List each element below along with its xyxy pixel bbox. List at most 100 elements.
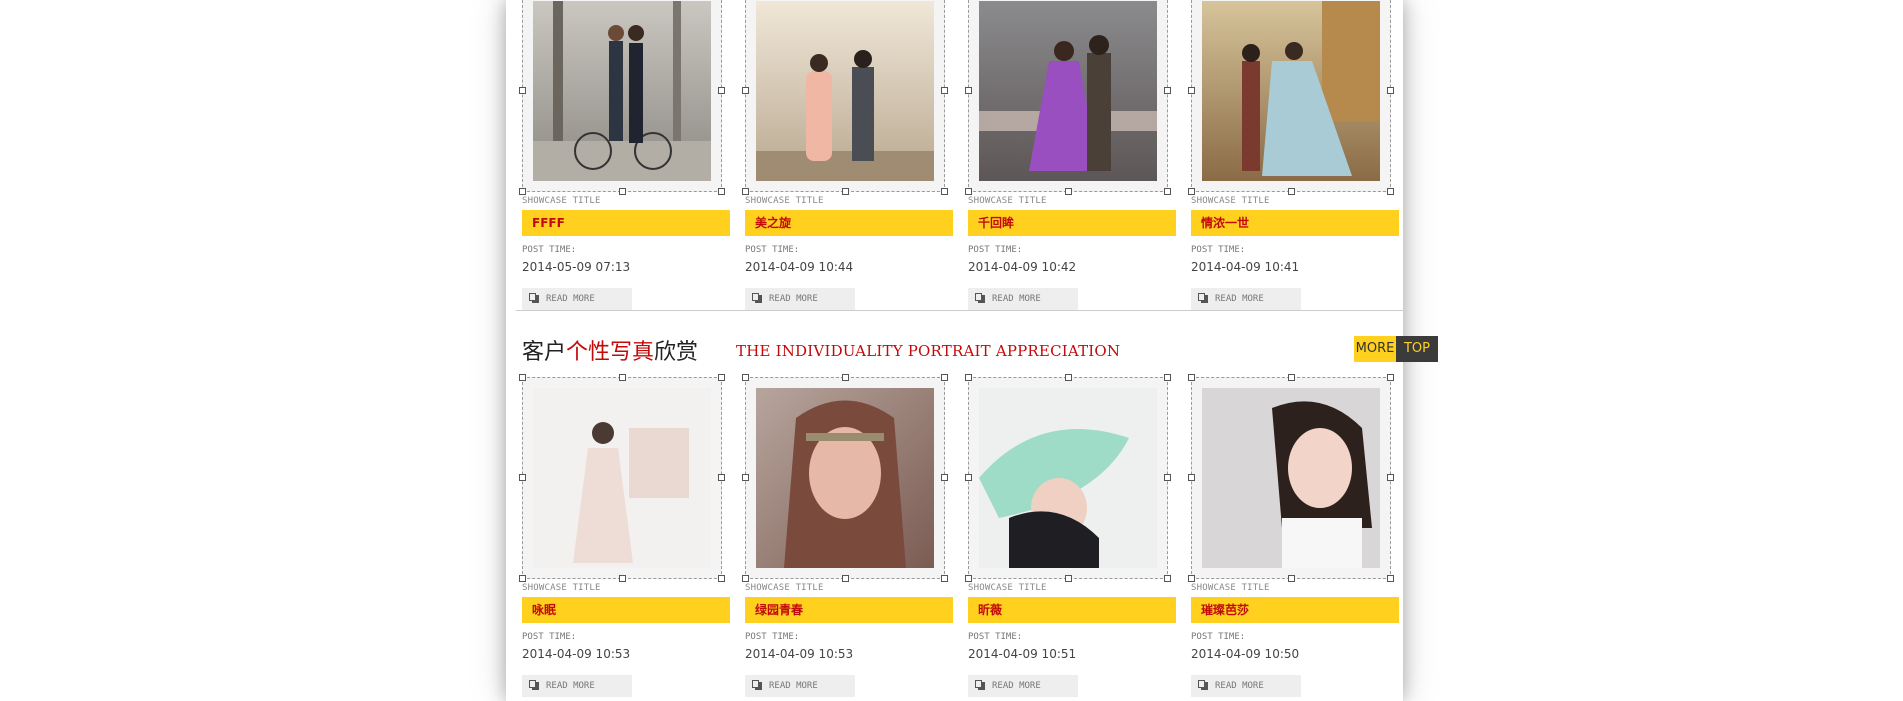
resize-handle[interactable]: [941, 188, 948, 195]
photo-frame[interactable]: [1188, 0, 1394, 195]
resize-handle[interactable]: [519, 575, 526, 582]
section-title: 客户个性写真欣赏: [522, 340, 699, 365]
read-more-button[interactable]: READ MORE: [745, 675, 855, 697]
photo-portrait-green-hat[interactable]: [979, 388, 1157, 568]
resize-handle[interactable]: [742, 374, 749, 381]
resize-handle[interactable]: [965, 374, 972, 381]
photo-frame[interactable]: [742, 374, 948, 582]
showcase-label: SHOWCASE TITLE: [1191, 583, 1270, 593]
resize-handle[interactable]: [1164, 374, 1171, 381]
resize-handle[interactable]: [1387, 188, 1394, 195]
resize-handle[interactable]: [519, 188, 526, 195]
resize-handle[interactable]: [519, 87, 526, 94]
resize-handle[interactable]: [519, 474, 526, 481]
resize-handle[interactable]: [718, 87, 725, 94]
resize-handle[interactable]: [1387, 474, 1394, 481]
resize-handle[interactable]: [1387, 575, 1394, 582]
resize-handle[interactable]: [1288, 188, 1295, 195]
photo-frame[interactable]: [519, 374, 725, 582]
read-more-button[interactable]: READ MORE: [522, 288, 632, 310]
resize-handle[interactable]: [718, 474, 725, 481]
resize-handle[interactable]: [1387, 374, 1394, 381]
read-more-button[interactable]: READ MORE: [968, 675, 1078, 697]
photo-frame[interactable]: [965, 0, 1171, 195]
resize-handle[interactable]: [1164, 575, 1171, 582]
showcase-title[interactable]: FFFF: [522, 210, 730, 236]
resize-handle[interactable]: [941, 374, 948, 381]
read-more-button[interactable]: READ MORE: [1191, 288, 1301, 310]
resize-handle[interactable]: [941, 575, 948, 582]
showcase-title[interactable]: 昕薇: [968, 597, 1176, 623]
resize-handle[interactable]: [842, 374, 849, 381]
resize-handle[interactable]: [519, 374, 526, 381]
photo-couple-purple-dress[interactable]: [979, 1, 1157, 181]
resize-handle[interactable]: [1188, 188, 1195, 195]
post-time: 2014-04-09 10:41: [1191, 260, 1300, 274]
post-time: 2014-04-09 10:53: [745, 647, 854, 661]
post-time: 2014-04-09 10:53: [522, 647, 631, 661]
resize-handle[interactable]: [1188, 474, 1195, 481]
photo-portrait-white[interactable]: [533, 388, 711, 568]
post-time: 2014-04-09 10:44: [745, 260, 854, 274]
resize-handle[interactable]: [842, 188, 849, 195]
resize-handle[interactable]: [941, 474, 948, 481]
resize-handle[interactable]: [1288, 575, 1295, 582]
photo-frame[interactable]: [519, 0, 725, 195]
resize-handle[interactable]: [742, 188, 749, 195]
resize-handle[interactable]: [718, 188, 725, 195]
post-time-label: POST TIME:: [745, 245, 800, 255]
resize-handle[interactable]: [742, 575, 749, 582]
photo-couple-park[interactable]: [756, 1, 934, 181]
resize-handle[interactable]: [965, 474, 972, 481]
resize-handle[interactable]: [1288, 374, 1295, 381]
resize-handle[interactable]: [1188, 87, 1195, 94]
resize-handle[interactable]: [742, 87, 749, 94]
resize-handle[interactable]: [965, 575, 972, 582]
read-more-button[interactable]: READ MORE: [745, 288, 855, 310]
photo-frame[interactable]: [1188, 374, 1394, 582]
read-more-button[interactable]: READ MORE: [968, 288, 1078, 310]
photo-portrait-headband[interactable]: [756, 388, 934, 568]
resize-handle[interactable]: [1188, 575, 1195, 582]
resize-handle[interactable]: [965, 188, 972, 195]
post-time-label: POST TIME:: [522, 245, 577, 255]
resize-handle[interactable]: [1164, 474, 1171, 481]
resize-handle[interactable]: [1387, 87, 1394, 94]
resize-handle[interactable]: [1065, 575, 1072, 582]
showcase-title[interactable]: 千回眸: [968, 210, 1176, 236]
more-button[interactable]: MORE: [1354, 336, 1396, 362]
showcase-card: SHOWCASE TITLE 绿园青春 POST TIME: 2014-04-0…: [739, 374, 953, 697]
showcase-title[interactable]: 咏眠: [522, 597, 730, 623]
showcase-title[interactable]: 美之旋: [745, 210, 953, 236]
document-icon: [529, 680, 539, 690]
showcase-title[interactable]: 璀璨芭莎: [1191, 597, 1399, 623]
resize-handle[interactable]: [718, 374, 725, 381]
resize-handle[interactable]: [1188, 374, 1195, 381]
resize-handle[interactable]: [941, 87, 948, 94]
resize-handle[interactable]: [619, 575, 626, 582]
photo-frame[interactable]: [965, 374, 1171, 582]
top-button[interactable]: TOP: [1396, 336, 1438, 362]
photo-frame[interactable]: [742, 0, 948, 195]
read-more-button[interactable]: READ MORE: [522, 675, 632, 697]
resize-handle[interactable]: [742, 474, 749, 481]
showcase-card: SHOWCASE TITLE 昕薇 POST TIME: 2014-04-09 …: [962, 374, 1176, 697]
photo-couple-autumn[interactable]: [1202, 1, 1380, 181]
resize-handle[interactable]: [718, 575, 725, 582]
resize-handle[interactable]: [619, 374, 626, 381]
resize-handle[interactable]: [1065, 374, 1072, 381]
showcase-title[interactable]: 绿园青春: [745, 597, 953, 623]
photo-portrait-bangs[interactable]: [1202, 388, 1380, 568]
showcase-title[interactable]: 情浓一世: [1191, 210, 1399, 236]
resize-handle[interactable]: [842, 575, 849, 582]
showcase-card: SHOWCASE TITLE 咏眠 POST TIME: 2014-04-09 …: [516, 374, 730, 697]
resize-handle[interactable]: [619, 188, 626, 195]
resize-handle[interactable]: [965, 87, 972, 94]
resize-handle[interactable]: [1164, 87, 1171, 94]
showcase-card: SHOWCASE TITLE 璀璨芭莎 POST TIME: 2014-04-0…: [1185, 374, 1399, 697]
resize-handle[interactable]: [1164, 188, 1171, 195]
resize-handle[interactable]: [1065, 188, 1072, 195]
read-more-button[interactable]: READ MORE: [1191, 675, 1301, 697]
photo-couple-bicycles[interactable]: [533, 1, 711, 181]
showcase-card: SHOWCASE TITLE FFFF POST TIME: 2014-05-0…: [516, 0, 730, 310]
